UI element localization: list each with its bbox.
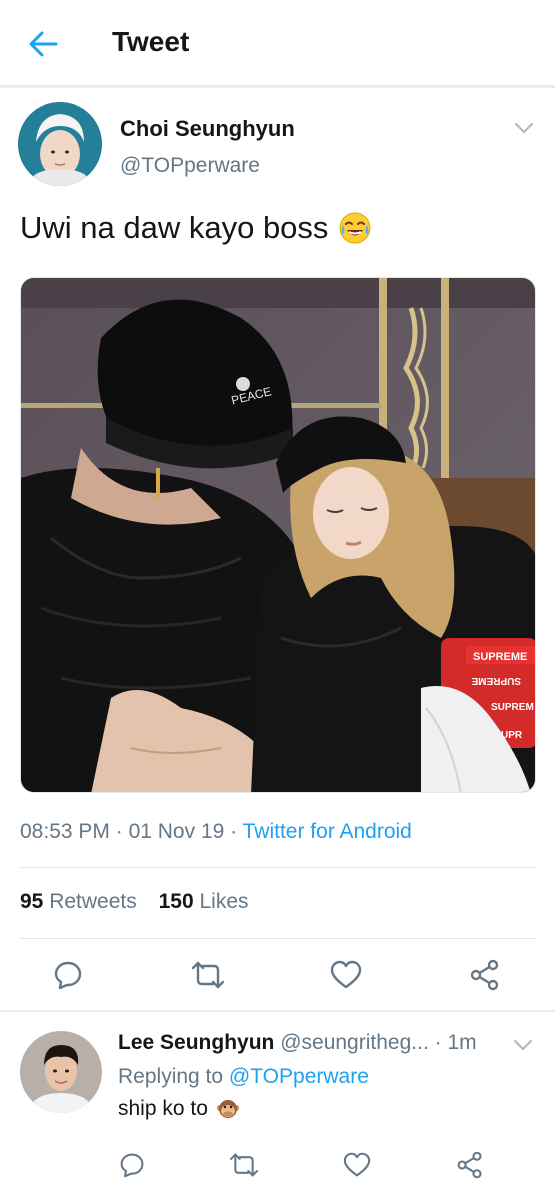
tweet-meta: 08:53 PM · 01 Nov 19 · Twitter for Andro…	[20, 820, 412, 844]
monkey-icon	[216, 1097, 240, 1121]
divider	[20, 867, 536, 868]
reply-text-body: ship ko to	[118, 1097, 208, 1120]
separator: ·	[230, 820, 238, 843]
retweets-stat[interactable]: 95 Retweets	[20, 890, 137, 913]
replying-to-label: Replying to	[118, 1065, 224, 1088]
retweet-icon	[191, 960, 225, 990]
tweet-photo[interactable]: PEACE SUPREME SUPREME SUPREM UPR	[20, 277, 536, 793]
share-icon	[469, 959, 501, 991]
top-bar: Tweet	[0, 0, 555, 88]
tweet-menu-button[interactable]	[510, 114, 538, 142]
retweets-count: 95	[20, 890, 44, 913]
author-avatar[interactable]	[18, 102, 102, 186]
author-name[interactable]: Choi Seunghyun	[120, 116, 295, 142]
reply-button[interactable]	[46, 953, 90, 997]
retweets-label: Retweets	[49, 890, 137, 913]
tweet-stats: 95 Retweets 150 Likes	[20, 890, 265, 914]
face-with-tears-of-joy-icon	[338, 211, 372, 245]
chevron-down-icon	[514, 122, 534, 134]
reply-text: ship ko to	[118, 1097, 240, 1121]
separator: ·	[115, 820, 123, 843]
back-button[interactable]	[18, 22, 68, 66]
tweet-source-link[interactable]: Twitter for Android	[243, 820, 412, 843]
separator: ·	[434, 1031, 442, 1054]
tweet-text-body: Uwi na daw kayo boss	[20, 210, 329, 245]
arrow-left-icon	[28, 31, 58, 57]
reply-author-avatar[interactable]	[20, 1031, 102, 1113]
divider	[20, 938, 536, 939]
likes-count: 150	[158, 890, 194, 913]
reply-like-button[interactable]	[335, 1143, 379, 1187]
reply-retweet-button[interactable]	[222, 1143, 266, 1187]
retweet-button[interactable]	[186, 953, 230, 997]
svg-text:SUPREM: SUPREM	[491, 702, 534, 713]
heart-icon	[330, 960, 362, 990]
svg-text:SUPREME: SUPREME	[473, 651, 527, 663]
author-handle[interactable]: @TOPperware	[120, 154, 260, 178]
share-icon	[456, 1151, 484, 1179]
section-divider	[0, 1010, 555, 1012]
reply-header: Lee Seunghyun @seungritheg... · 1m	[118, 1031, 498, 1055]
page-title: Tweet	[112, 26, 190, 57]
tweet-author: Choi Seunghyun @TOPperware	[18, 102, 538, 192]
tweet-text: Uwi na daw kayo boss	[20, 210, 372, 246]
tweet-time: 08:53 PM	[20, 820, 110, 843]
tweet-date: 01 Nov 19	[128, 820, 225, 843]
share-button[interactable]	[463, 953, 507, 997]
reply-author-handle[interactable]: @seungritheg...	[280, 1031, 429, 1054]
svg-text:SUPREME: SUPREME	[471, 675, 521, 686]
heart-icon	[343, 1152, 371, 1178]
reply-menu-button[interactable]	[509, 1031, 537, 1059]
likes-stat[interactable]: 150 Likes	[159, 890, 249, 913]
reply-time: 1m	[447, 1031, 477, 1054]
replying-to: Replying to @TOPperware	[118, 1065, 369, 1089]
reply-icon	[119, 1152, 145, 1178]
reply-share-button[interactable]	[448, 1143, 492, 1187]
replying-to-handle[interactable]: @TOPperware	[229, 1065, 369, 1088]
reply-author-name[interactable]: Lee Seunghyun	[118, 1031, 274, 1054]
reply-icon	[53, 960, 83, 990]
likes-label: Likes	[199, 890, 249, 913]
retweet-icon	[229, 1152, 259, 1178]
like-button[interactable]	[324, 953, 368, 997]
reply-tweet[interactable]: Lee Seunghyun @seungritheg... · 1m Reply…	[0, 1015, 555, 1200]
chevron-down-icon	[513, 1039, 533, 1051]
reply-reply-button[interactable]	[110, 1143, 154, 1187]
